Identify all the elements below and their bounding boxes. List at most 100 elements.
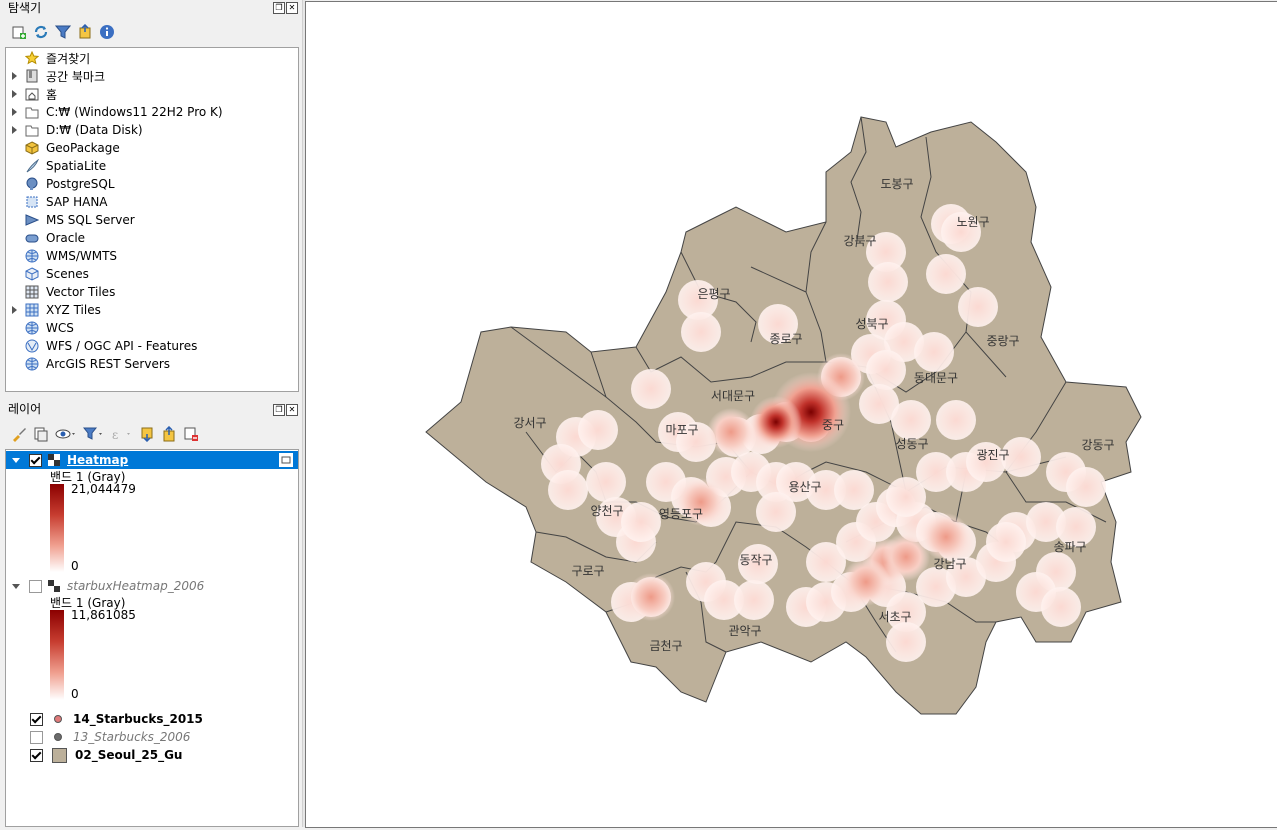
add-selected-layers-icon[interactable]	[10, 23, 28, 41]
heat-spot	[914, 332, 954, 372]
expand-arrow-icon[interactable]	[12, 72, 17, 80]
heat-spot	[986, 522, 1026, 562]
expand-arrow-icon[interactable]	[12, 126, 17, 134]
info-icon[interactable]	[98, 23, 116, 41]
district-label: 광진구	[976, 448, 1009, 462]
district-label: 동작구	[739, 553, 772, 567]
point-symbol-icon	[54, 715, 62, 723]
svg-text:ε: ε	[112, 428, 118, 442]
legend-band-label: 밴드 1 (Gray)	[50, 470, 126, 484]
district-label: 종로구	[769, 332, 802, 346]
layer-row-vector[interactable]: 14_Starbucks_2015	[6, 710, 298, 728]
browser-item[interactable]: 공간 북마크	[6, 67, 298, 85]
layers-panel: 레이어 ❐ ✕ ε Heatmap 밴드 1 (Gray) 21,044479 …	[0, 399, 304, 827]
browser-item[interactable]: WCS	[6, 319, 298, 337]
browser-item[interactable]: C:₩ (Windows11 22H2 Pro K)	[6, 103, 298, 121]
browser-item[interactable]: SpatiaLite	[6, 157, 298, 175]
chevron-down-icon[interactable]	[12, 583, 20, 589]
geopackage-icon	[24, 140, 40, 156]
folder-icon	[24, 104, 40, 120]
expand-arrow-icon[interactable]	[12, 306, 17, 314]
close-panel-button[interactable]: ✕	[286, 2, 298, 14]
layer-visibility-checkbox[interactable]	[30, 730, 43, 744]
float-layers-panel-button[interactable]: ❐	[273, 404, 285, 416]
add-group-icon[interactable]	[32, 425, 50, 443]
browser-item[interactable]: SAP HANA	[6, 193, 298, 211]
layer-visibility-checkbox[interactable]	[29, 579, 42, 593]
browser-item[interactable]: WMS/WMTS	[6, 247, 298, 265]
browser-item-label: WMS/WMTS	[46, 249, 118, 263]
layer-name: 14_Starbucks_2015	[73, 712, 203, 726]
float-panel-button[interactable]: ❐	[273, 2, 285, 14]
heat-spot	[868, 262, 908, 302]
district-label: 노원구	[956, 215, 989, 229]
district-label: 금천구	[649, 638, 682, 653]
browser-item[interactable]: MS SQL Server	[6, 211, 298, 229]
heat-spot	[936, 400, 976, 440]
browser-panel: 탐색기 ❐ ✕ 즐겨찾기 공간 북마크 홈 C:₩ (Windows11 22H2 P…	[0, 0, 304, 400]
browser-item[interactable]: Scenes	[6, 265, 298, 283]
refresh-icon[interactable]	[32, 23, 50, 41]
browser-item[interactable]: 홈	[6, 85, 298, 103]
starbux-gradient-bar	[50, 610, 64, 700]
district-label: 용산구	[788, 480, 821, 494]
heat-spot	[926, 254, 966, 294]
browser-item-label: SAP HANA	[46, 195, 108, 209]
wfs-icon	[24, 338, 40, 354]
embedded-widget-icon[interactable]	[279, 453, 293, 467]
district-label: 강서구	[513, 416, 546, 430]
layers-title: 레이어	[8, 402, 42, 416]
browser-item[interactable]: Vector Tiles	[6, 283, 298, 301]
district-label: 구로구	[571, 564, 604, 578]
layer-row-vector[interactable]: 02_Seoul_25_Gu	[6, 746, 298, 764]
browser-item[interactable]: ArcGIS REST Servers	[6, 355, 298, 373]
browser-item[interactable]: XYZ Tiles	[6, 301, 298, 319]
layer-visibility-checkbox[interactable]	[29, 453, 42, 467]
chevron-down-icon[interactable]	[12, 457, 20, 463]
collapse-all-icon[interactable]	[76, 23, 94, 41]
close-layers-panel-button[interactable]: ✕	[286, 404, 298, 416]
expand-all-icon[interactable]	[138, 425, 156, 443]
browser-item[interactable]: D:₩ (Data Disk)	[6, 121, 298, 139]
browser-item-label: Oracle	[46, 231, 86, 245]
remove-layer-icon[interactable]	[182, 425, 200, 443]
heat-spot	[756, 492, 796, 532]
browser-tree: 즐겨찾기 공간 북마크 홈 C:₩ (Windows11 22H2 Pro K) D:₩…	[5, 47, 299, 392]
browser-item[interactable]: 즐겨찾기	[6, 49, 298, 67]
expand-arrow-icon[interactable]	[12, 108, 17, 116]
layer-visibility-checkbox[interactable]	[30, 712, 43, 726]
style-brush-icon[interactable]	[10, 425, 28, 443]
filter-icon[interactable]	[54, 23, 72, 41]
layer-row-starbux[interactable]: starbuxHeatmap_2006	[6, 577, 298, 595]
spatialite-icon	[24, 158, 40, 174]
collapse-all-layers-icon[interactable]	[160, 425, 178, 443]
polygon-symbol-icon	[52, 747, 67, 763]
layer-row-vector[interactable]: 13_Starbucks_2006	[6, 728, 298, 746]
visibility-eye-icon[interactable]	[54, 425, 78, 443]
layer-visibility-checkbox[interactable]	[30, 748, 43, 762]
district-label: 중구	[822, 418, 844, 432]
point-symbol-icon	[54, 733, 62, 741]
browser-item[interactable]: GeoPackage	[6, 139, 298, 157]
heatmap-gradient-bar	[50, 484, 64, 572]
browser-toolbar	[0, 18, 304, 46]
heat-spot	[621, 502, 661, 542]
home-folder-icon	[24, 86, 40, 102]
expression-filter-icon[interactable]: ε	[110, 425, 134, 443]
layer-name-starbux: starbuxHeatmap_2006	[67, 579, 205, 593]
expand-arrow-icon[interactable]	[12, 90, 17, 98]
heat-spot-warm	[882, 533, 930, 581]
legend-band-label: 밴드 1 (Gray)	[50, 596, 126, 610]
browser-item-label: WCS	[46, 321, 74, 335]
browser-item[interactable]: WFS / OGC API - Features	[6, 337, 298, 355]
layer-row-heatmap[interactable]: Heatmap	[6, 451, 298, 469]
browser-item[interactable]: Oracle	[6, 229, 298, 247]
browser-item-label: MS SQL Server	[46, 213, 135, 227]
layer-name: 02_Seoul_25_Gu	[75, 748, 183, 762]
browser-item-label: PostgreSQL	[46, 177, 115, 191]
browser-item[interactable]: PostgreSQL	[6, 175, 298, 193]
district-label: 서대문구	[711, 389, 755, 403]
filter-legend-icon[interactable]	[82, 425, 106, 443]
heat-spot	[891, 400, 931, 440]
map-canvas[interactable]: 도봉구 노원구 강북구 은평구 성북구 종로구 중랑구 동대문구 서대문구 강서구 마포구 중구 성동구…	[305, 1, 1277, 828]
